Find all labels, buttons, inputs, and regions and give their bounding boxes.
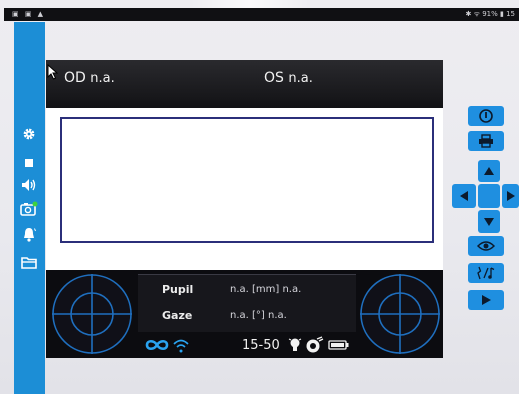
- play-button[interactable]: [468, 290, 504, 310]
- wifi-icon: [173, 339, 189, 353]
- status-right-indicators: ✱ ᯤ 91% ▮ 15: [465, 10, 515, 18]
- od-eye-reticle: [52, 274, 132, 354]
- gaze-label: Gaze: [162, 309, 193, 322]
- folder-icon[interactable]: [20, 254, 38, 272]
- pupil-label: Pupil: [162, 283, 194, 296]
- gaze-value: n.a. [°] n.a.: [230, 310, 287, 321]
- pupil-gaze-panel: Pupil n.a. [mm] n.a. Gaze n.a. [°] n.a.: [138, 274, 356, 332]
- lightbulb-icon: [288, 338, 302, 351]
- print-icon: [479, 134, 493, 148]
- os-value: n.a.: [288, 71, 313, 86]
- play-icon: [482, 295, 491, 305]
- od-label: OD n.a.: [64, 70, 115, 86]
- bottom-panel: Pupil n.a. [mm] n.a. Gaze n.a. [°] n.a. …: [46, 270, 443, 358]
- bell-icon[interactable]: [20, 226, 38, 244]
- stop-icon[interactable]: [20, 154, 38, 172]
- arrow-left-button[interactable]: [452, 184, 476, 208]
- arrow-right-icon: [506, 191, 515, 201]
- camera-icon[interactable]: [20, 200, 38, 218]
- arrow-down-icon: [484, 217, 494, 226]
- device-window: OD n.a. OS n.a. Pupil n.a. [mm] n.a. Gaz…: [46, 60, 443, 358]
- os-text: OS: [264, 70, 284, 86]
- eye-view-button[interactable]: [468, 236, 504, 256]
- eye-icon: [477, 241, 495, 251]
- battery-icon: [328, 340, 349, 350]
- os-eye-reticle: [360, 274, 440, 354]
- eye-check-icon: [306, 336, 324, 353]
- od-value: n.a.: [90, 71, 115, 86]
- arrow-right-button[interactable]: [502, 184, 519, 208]
- device-status-strip: 15-50: [138, 334, 356, 356]
- arrow-up-button[interactable]: [478, 160, 500, 182]
- power-icon: [479, 109, 493, 123]
- system-status-bar: ▣ ▣ ▲ ✱ ᯤ 91% ▮ 15: [4, 8, 519, 21]
- od-text: OD: [64, 70, 86, 86]
- direction-pad: [452, 160, 519, 233]
- eye-header: OD n.a. OS n.a.: [46, 60, 443, 108]
- power-button[interactable]: [468, 106, 504, 126]
- speaker-icon[interactable]: [20, 176, 38, 194]
- arrow-up-icon: [484, 167, 494, 175]
- pupil-value: n.a. [mm] n.a.: [230, 284, 302, 295]
- infinity-icon: [145, 339, 169, 351]
- gear-icon[interactable]: [20, 125, 38, 143]
- print-button[interactable]: [468, 131, 504, 151]
- status-left-icons: ▣ ▣ ▲: [12, 10, 46, 18]
- audio-button[interactable]: [468, 263, 504, 283]
- mouse-cursor: [47, 64, 59, 80]
- dpad-center: [478, 184, 500, 208]
- arrow-down-button[interactable]: [478, 210, 500, 233]
- os-label: OS n.a.: [264, 70, 313, 86]
- sidebar: [14, 22, 45, 394]
- range-indicator: 15-50: [242, 338, 280, 353]
- audio-icon: [477, 266, 495, 280]
- arrow-left-icon: [460, 191, 468, 201]
- measurement-graph-frame: [60, 117, 434, 243]
